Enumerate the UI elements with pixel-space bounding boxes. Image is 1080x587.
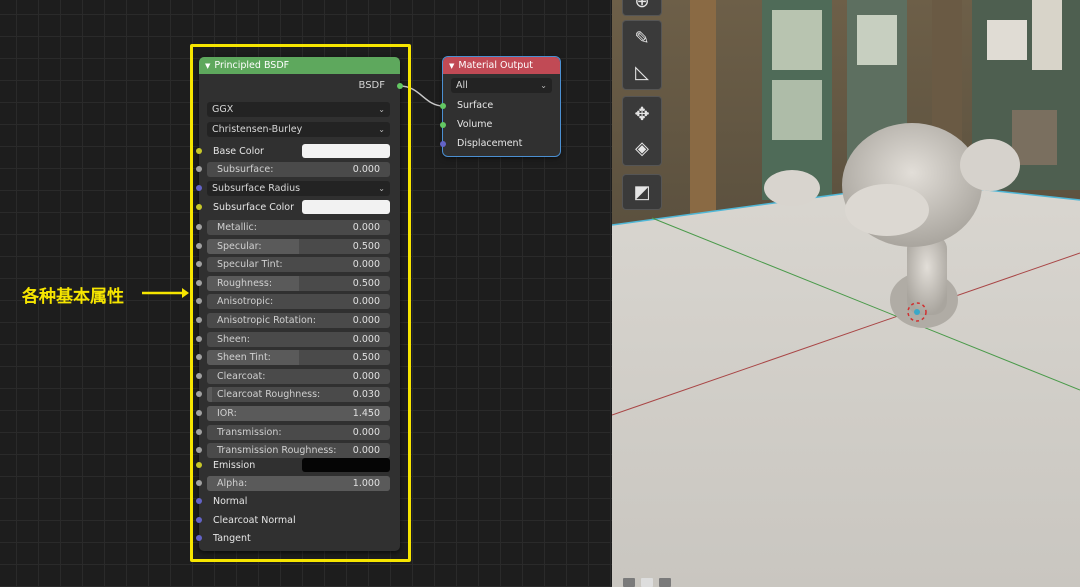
- toolbar-annotate-group: ✎ ◺: [622, 20, 662, 90]
- annotation-label: 各种基本属性: [22, 287, 124, 307]
- collapse-arrow-icon[interactable]: ▼: [449, 62, 454, 70]
- viewport-bottom-icons: [623, 578, 671, 587]
- material-output-header[interactable]: ▼ Material Output: [443, 57, 560, 74]
- output-target-dropdown[interactable]: All ⌄: [451, 78, 552, 93]
- surface-label: Surface: [457, 100, 494, 111]
- viewport-render: [612, 0, 1080, 587]
- measure-icon[interactable]: ◺: [623, 55, 661, 89]
- node-title: Material Output: [458, 60, 534, 71]
- mode-icon[interactable]: [623, 578, 635, 587]
- annotate-icon[interactable]: ✎: [623, 21, 661, 55]
- displacement-label: Displacement: [457, 138, 523, 149]
- output-target-value: All: [456, 80, 468, 91]
- move-view-icon[interactable]: ✥: [623, 97, 661, 131]
- highlight-box: [190, 44, 411, 562]
- node-editor-canvas[interactable]: ▼ Principled BSDF BSDF GGX ⌄ Christensen…: [0, 0, 612, 587]
- mode-icon[interactable]: [641, 578, 653, 587]
- surface-socket[interactable]: [440, 103, 446, 109]
- displacement-socket[interactable]: [440, 141, 446, 147]
- volume-socket[interactable]: [440, 122, 446, 128]
- camera-view-icon[interactable]: ◩: [623, 175, 661, 209]
- 3d-viewport[interactable]: [612, 0, 1080, 587]
- volume-label: Volume: [457, 119, 493, 130]
- cursor-tool-icon[interactable]: ⊕: [623, 0, 661, 15]
- orbit-view-icon[interactable]: ◈: [623, 131, 661, 165]
- toolbar-camera-group: ◩: [622, 174, 662, 210]
- chevron-down-icon: ⌄: [540, 81, 547, 90]
- material-output-node[interactable]: ▼ Material Output All ⌄ Surface Volume D…: [440, 56, 561, 157]
- toolbar-top-group: ⊕: [622, 0, 662, 16]
- toolbar-navigate-group: ✥ ◈: [622, 96, 662, 166]
- mode-icon[interactable]: [659, 578, 671, 587]
- annotation-arrow-icon: [142, 288, 189, 298]
